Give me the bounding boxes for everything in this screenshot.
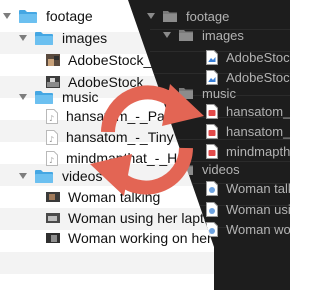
disclosure-triangle-icon[interactable] — [18, 33, 28, 43]
folder-label: images — [202, 27, 244, 43]
file-label: AdobeStock_ — [226, 49, 290, 65]
disclosure-triangle-icon[interactable] — [2, 11, 12, 21]
disclosure-triangle-icon[interactable] — [18, 171, 28, 181]
file-row[interactable]: AdobeStock_ — [46, 49, 151, 71]
file-label: Woman work — [226, 221, 290, 237]
file-row[interactable]: Woman using her laptop — [46, 207, 220, 229]
image-file-icon — [206, 49, 218, 65]
file-label: Woman talki — [226, 180, 290, 196]
file-label: hansatom_-_ — [226, 103, 290, 119]
video-thumbnail-icon — [46, 213, 60, 223]
file-row[interactable]: hansatom_-_ — [206, 120, 290, 142]
file-label: Woman using — [226, 201, 290, 217]
file-label: mindmapthat — [226, 143, 290, 159]
file-label: hansatom_-_ — [226, 123, 290, 139]
svg-text:♪: ♪ — [49, 114, 54, 123]
video-thumbnail-icon — [46, 192, 60, 202]
folder-label: images — [62, 30, 108, 46]
video-thumbnail-icon — [46, 233, 60, 243]
audio-file-icon: ♪ — [46, 150, 58, 166]
audio-file-icon: ♪ — [46, 108, 58, 124]
svg-text:♪: ♪ — [49, 135, 54, 144]
folder-icon — [178, 29, 194, 42]
file-label: AdobeStock_ — [68, 52, 152, 68]
file-row[interactable]: Woman work — [206, 218, 290, 240]
folder-icon — [34, 90, 54, 105]
sync-arrows-icon — [90, 84, 204, 196]
disclosure-triangle-icon[interactable] — [146, 11, 156, 21]
file-row[interactable]: AdobeStock_ — [206, 46, 290, 68]
file-row[interactable]: hansatom_-_ — [206, 100, 290, 122]
folder-row-footage[interactable]: footage — [2, 5, 93, 27]
file-row[interactable]: Woman working on her l — [46, 227, 219, 249]
folder-icon — [34, 31, 54, 46]
folder-row-images[interactable]: images — [18, 27, 107, 49]
disclosure-triangle-icon[interactable] — [18, 92, 28, 102]
image-thumbnail-icon — [46, 54, 60, 66]
file-label: Woman working on her l — [68, 230, 219, 246]
disclosure-triangle-icon[interactable] — [162, 30, 172, 40]
folder-label: footage — [46, 8, 93, 24]
audio-file-icon: ♪ — [46, 129, 58, 145]
file-label: Woman using her laptop — [68, 210, 220, 226]
file-row[interactable]: Woman using — [206, 198, 290, 220]
folder-row-images[interactable]: images — [162, 24, 244, 46]
folder-icon — [162, 10, 178, 23]
folder-icon — [18, 9, 38, 24]
svg-text:♪: ♪ — [49, 156, 54, 165]
folder-label: footage — [186, 8, 230, 24]
folder-icon — [34, 169, 54, 184]
file-row[interactable]: Woman talki — [206, 177, 290, 199]
